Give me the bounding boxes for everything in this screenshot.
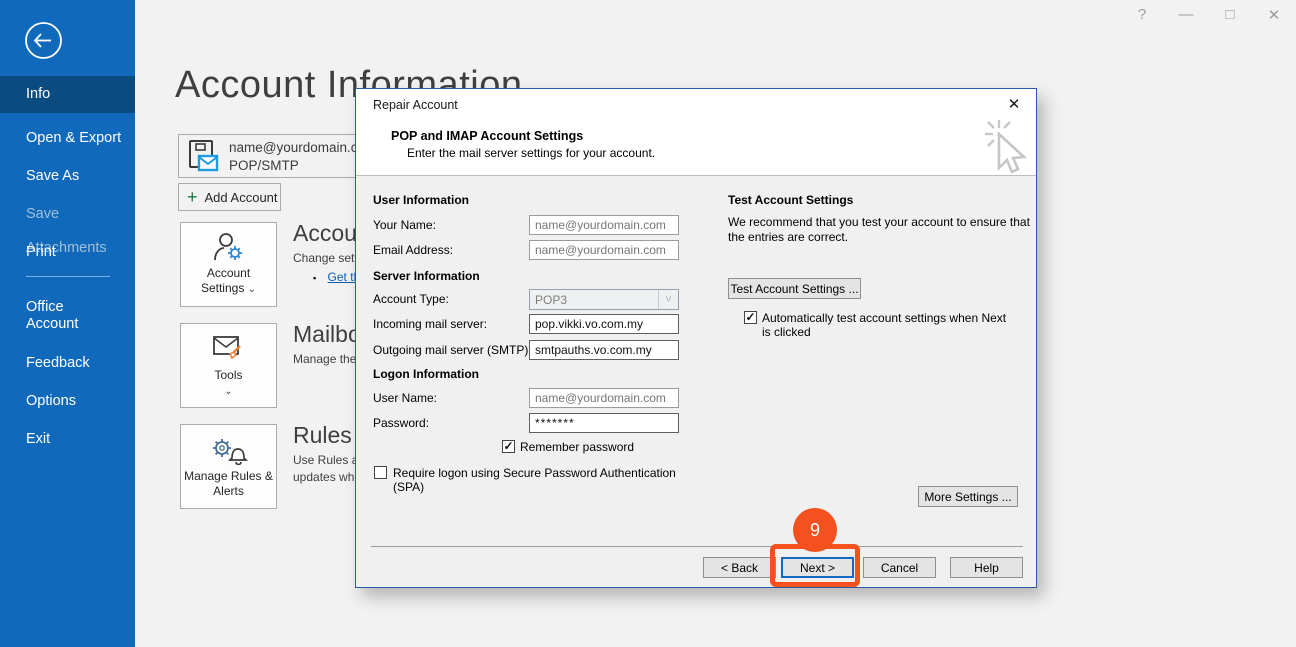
back-button-dialog[interactable]: < Back — [703, 557, 776, 578]
add-account-button[interactable]: + Add Account — [178, 183, 281, 211]
chevron-down-icon: ⌄ — [224, 386, 232, 397]
tools-label: Tools ⌄ — [184, 368, 274, 399]
logon-information-heading: Logon Information — [373, 367, 479, 381]
sidebar-item-exit[interactable]: Exit — [0, 422, 135, 456]
footer-divider — [371, 546, 1023, 547]
spa-checkbox[interactable] — [374, 466, 387, 479]
help-button[interactable]: Help — [950, 557, 1023, 578]
manage-rules-alerts-button[interactable]: Manage Rules & Alerts — [180, 424, 277, 509]
tools-button[interactable]: Tools ⌄ — [180, 323, 277, 408]
outgoing-server-label: Outgoing mail server (SMTP): — [373, 343, 532, 357]
plus-icon: + — [187, 189, 198, 205]
test-account-settings-heading: Test Account Settings — [728, 193, 853, 207]
tools-icon — [210, 332, 248, 364]
incoming-server-input[interactable]: pop.vikki.vo.com.my — [529, 314, 679, 334]
window-controls: ? — □ ✕ — [1132, 6, 1284, 24]
auto-test-label: Automatically test account settings when… — [762, 311, 1012, 339]
add-account-label: Add Account — [205, 190, 278, 205]
remember-password-label: Remember password — [520, 440, 634, 454]
test-account-settings-button[interactable]: Test Account Settings ... — [728, 278, 861, 299]
email-address-label: Email Address: — [373, 243, 453, 257]
dialog-subheading: Enter the mail server settings for your … — [407, 146, 655, 160]
email-address-input[interactable]: name@yourdomain.com — [529, 240, 679, 260]
password-label: Password: — [373, 416, 429, 430]
section-rules-line2: updates wh — [293, 470, 354, 484]
dialog-close-icon[interactable]: ✕ — [1005, 95, 1023, 113]
window-close-icon[interactable]: ✕ — [1264, 6, 1284, 24]
sidebar-item-open-export[interactable]: Open & Export — [0, 121, 135, 155]
repair-account-dialog: Repair Account ✕ POP and IMAP Account Se… — [355, 88, 1037, 588]
chevron-down-icon: ⌄ — [248, 284, 256, 295]
outgoing-server-input[interactable]: smtpauths.vo.com.my — [529, 340, 679, 360]
manage-rules-label: Manage Rules & Alerts — [184, 469, 274, 499]
sidebar-item-info[interactable]: Info — [0, 76, 135, 113]
section-rules-line1: Use Rules ar — [293, 453, 362, 467]
sidebar-divider — [26, 276, 110, 277]
section-account-line: Change sett — [293, 251, 358, 265]
section-mailbox-line: Manage the — [293, 352, 356, 366]
sidebar-item-options[interactable]: Options — [0, 384, 135, 418]
user-name-label: User Name: — [373, 391, 437, 405]
dialog-title: Repair Account — [373, 98, 458, 112]
account-selector[interactable]: name@yourdomain.com POP/SMTP — [178, 134, 374, 178]
next-button[interactable]: Next > — [781, 557, 854, 578]
sidebar-item-print[interactable]: Print — [0, 235, 135, 269]
help-icon[interactable]: ? — [1132, 6, 1152, 24]
rules-alerts-icon — [209, 435, 249, 465]
sidebar-item-feedback[interactable]: Feedback — [0, 346, 135, 380]
back-button[interactable] — [24, 21, 63, 60]
account-type-label: Account Type: — [373, 292, 449, 306]
backstage-sidebar: Info Open & Export Save As Save Attachme… — [0, 0, 135, 647]
maximize-icon[interactable]: □ — [1220, 6, 1240, 24]
password-input[interactable]: ******* — [529, 413, 679, 433]
incoming-server-label: Incoming mail server: — [373, 317, 487, 331]
bullet-icon: ▪ — [313, 273, 316, 283]
sidebar-item-office-account[interactable]: Office Account — [0, 297, 110, 333]
account-settings-icon — [211, 232, 247, 262]
auto-test-checkbox[interactable]: ✓ — [744, 311, 757, 324]
sidebar-item-save-attachments: Save Attachments — [0, 197, 135, 231]
step-number-badge: 9 — [793, 508, 837, 552]
minimize-icon[interactable]: — — [1176, 6, 1196, 24]
user-information-heading: User Information — [373, 193, 469, 207]
remember-password-checkbox[interactable]: ✓ — [502, 440, 515, 453]
your-name-label: Your Name: — [373, 218, 436, 232]
cancel-button[interactable]: Cancel — [863, 557, 936, 578]
dialog-heading: POP and IMAP Account Settings — [391, 129, 583, 143]
more-settings-button[interactable]: More Settings ... — [918, 486, 1018, 507]
sidebar-item-save-as[interactable]: Save As — [0, 159, 135, 193]
combo-arrow-icon: ˅ — [658, 290, 678, 309]
account-settings-button[interactable]: Account Settings ⌄ — [180, 222, 277, 307]
spa-label: Require logon using Secure Password Auth… — [393, 466, 688, 494]
test-account-description: We recommend that you test your account … — [728, 215, 1033, 245]
account-settings-label: Account Settings ⌄ — [184, 266, 274, 297]
your-name-input[interactable]: name@yourdomain.com — [529, 215, 679, 235]
back-arrow-icon — [24, 21, 63, 60]
mail-account-icon — [187, 138, 219, 174]
user-name-input[interactable]: name@yourdomain.com — [529, 388, 679, 408]
server-information-heading: Server Information — [373, 269, 480, 283]
account-type-select[interactable]: POP3 ˅ — [529, 289, 679, 310]
